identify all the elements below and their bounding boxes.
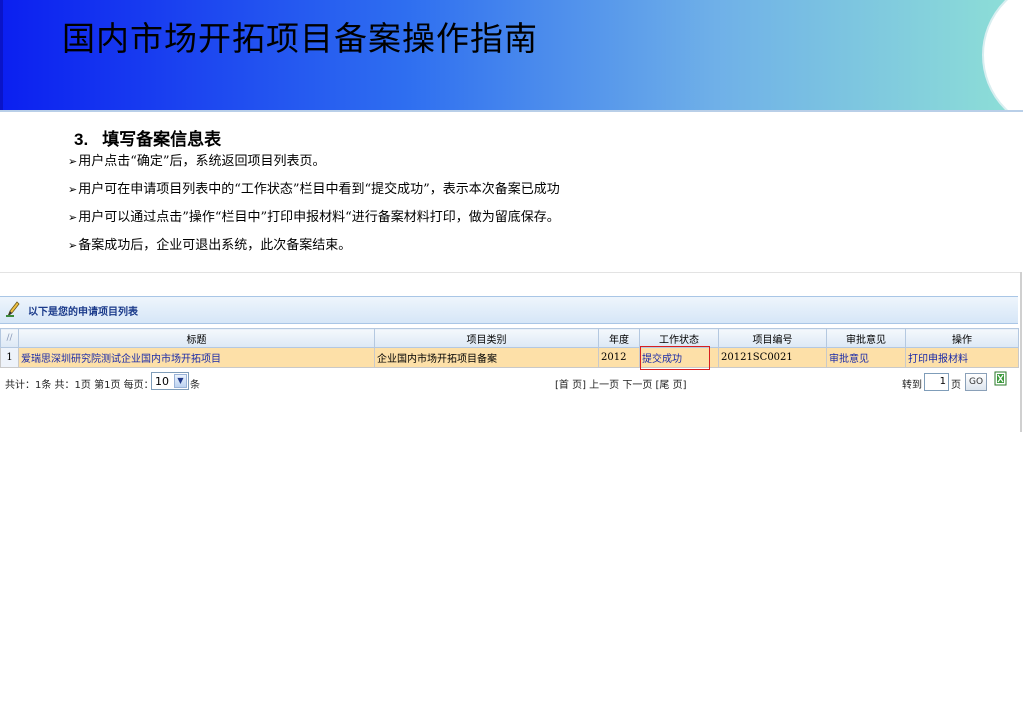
project-id: 20121SC0021	[718, 347, 827, 368]
work-status: 提交成功	[639, 347, 719, 368]
banner-edge	[0, 0, 3, 110]
column-header-status[interactable]: 工作状态	[639, 328, 719, 348]
goto-page-input[interactable]: 1	[924, 373, 949, 391]
bullet-item: ➢备案成功后，企业可退出系统，此次备案结束。	[68, 238, 352, 253]
title-banner: 国内市场开拓项目备案操作指南	[0, 0, 1023, 110]
bullet-arrow-icon: ➢	[68, 211, 78, 224]
project-title-link[interactable]: 爱瑞思深圳研究院测试企业国内市场开拓项目	[18, 347, 375, 368]
approval-opinion-link[interactable]: 审批意见	[826, 347, 906, 368]
bullet-arrow-icon: ➢	[68, 183, 78, 196]
bullet-arrow-icon: ➢	[68, 239, 78, 252]
bullet-item: ➢用户可在申请项目列表中的“工作状态”栏目中看到“提交成功”，表示本次备案已成功	[68, 182, 560, 197]
screenshot-top-border	[0, 272, 1020, 273]
section-number: 3.	[74, 130, 89, 149]
bullet-arrow-icon: ➢	[68, 155, 78, 168]
decorative-arc	[982, 0, 1023, 110]
goto-page-unit: 页	[951, 380, 961, 391]
page-size-unit: 条	[190, 380, 200, 391]
pager-nav[interactable]: [首 页] 上一页 下一页 [尾 页]	[555, 376, 687, 391]
embedded-screenshot: 以下是您的申请项目列表 // 标题 项目类别 年度 工作状态 项目编号 审批意见…	[0, 272, 1022, 432]
project-category: 企业国内市场开拓项目备案	[374, 347, 599, 368]
table-row[interactable]: 1 爱瑞思深圳研究院测试企业国内市场开拓项目 企业国内市场开拓项目备案 2012…	[0, 347, 1019, 368]
bullet-item: ➢用户可以通过点击”操作“栏目中”打印申报材料“进行备案材料打印，做为留底保存。	[68, 210, 560, 225]
table-header-row: // 标题 项目类别 年度 工作状态 项目编号 审批意见 操作	[0, 328, 1019, 348]
row-number-header: //	[0, 328, 19, 348]
column-header-action[interactable]: 操作	[905, 328, 1019, 348]
list-header-bar: 以下是您的申请项目列表	[0, 296, 1018, 324]
project-year: 2012	[598, 347, 640, 368]
column-header-project-id[interactable]: 项目编号	[718, 328, 827, 348]
pager-summary: 共计：1条 共：1页 第1页 每页：	[5, 380, 154, 391]
page-size-select[interactable]: 10 ▼	[151, 372, 189, 390]
list-heading: 以下是您的申请项目列表	[28, 307, 138, 318]
section-heading: 3. 填写备案信息表	[74, 125, 221, 150]
excel-export-icon[interactable]	[994, 371, 1007, 386]
row-number: 1	[0, 347, 19, 368]
column-header-title[interactable]: 标题	[18, 328, 375, 348]
column-header-category[interactable]: 项目类别	[374, 328, 599, 348]
page-size-value: 10	[155, 375, 169, 388]
bullet-item: ➢用户点击“确定”后，系统返回项目列表页。	[68, 154, 326, 169]
column-header-year[interactable]: 年度	[598, 328, 640, 348]
slide-title: 国内市场开拓项目备案操作指南	[62, 19, 538, 58]
section-title: 填写备案信息表	[102, 130, 222, 150]
column-header-approval[interactable]: 审批意见	[826, 328, 906, 348]
print-materials-link[interactable]: 打印申报材料	[905, 347, 1019, 368]
go-button[interactable]: GO	[965, 373, 987, 391]
pencil-icon	[6, 301, 20, 318]
project-table: // 标题 项目类别 年度 工作状态 项目编号 审批意见 操作 1 爱瑞思深圳研…	[0, 328, 1019, 368]
chevron-down-icon[interactable]: ▼	[174, 374, 187, 388]
banner-divider	[0, 110, 1023, 112]
goto-label: 转到	[902, 380, 922, 391]
